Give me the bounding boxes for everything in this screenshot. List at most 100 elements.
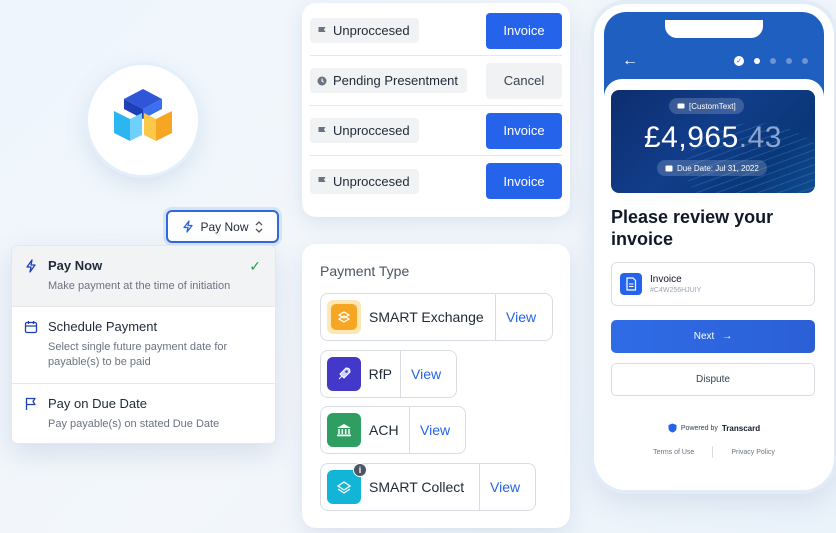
amount-card: [CustomText] £4,965.43 Due Date: Jul 31,…	[611, 90, 815, 193]
shield-icon	[668, 423, 677, 433]
status-label: Unproccesed	[333, 23, 410, 38]
arrow-right-icon: →	[722, 331, 733, 342]
check-icon: ✓	[249, 258, 261, 274]
card-icon	[677, 103, 685, 109]
invoice-button[interactable]: Invoice	[486, 12, 562, 49]
custom-text: [CustomText]	[689, 101, 736, 111]
status-badge: Unproccesed	[310, 18, 419, 43]
clock-icon	[317, 76, 327, 85]
payment-timing-dropdown: Pay Now Make payment at the time of init…	[11, 245, 276, 444]
option-description: Make payment at the time of initiation	[48, 280, 231, 292]
lightning-icon	[183, 220, 194, 233]
due-date: Due Date: Jul 31, 2022	[677, 163, 759, 173]
option-title: Pay on Due Date	[48, 396, 148, 411]
brand-name: Transcard	[721, 423, 761, 433]
cube-logo-icon	[114, 89, 172, 141]
bank-icon	[327, 413, 361, 447]
divider	[712, 446, 714, 458]
payment-option-smart-collect: i SMART Collect View	[320, 463, 536, 511]
terms-link[interactable]: Terms of Use	[653, 449, 694, 456]
payment-option-main[interactable]: ACH	[321, 407, 410, 453]
back-arrow-icon[interactable]: ←	[622, 52, 638, 70]
payment-option-ach: ACH View	[320, 406, 466, 454]
page-title: Please review your invoice	[611, 207, 774, 249]
phone-notch	[665, 20, 763, 38]
option-description: Pay payable(s) on stated Due Date	[48, 418, 220, 430]
lightning-icon	[26, 259, 36, 273]
smart-collect-icon: i	[327, 463, 367, 504]
dropdown-option-pay-now[interactable]: Pay Now Make payment at the time of init…	[12, 246, 275, 307]
calendar-icon	[24, 321, 38, 334]
amount-value: £4,965.43	[611, 121, 815, 155]
rocket-icon	[327, 357, 361, 391]
due-date-badge: Due Date: Jul 31, 2022	[657, 160, 767, 176]
status-label: Pending Presentment	[333, 73, 459, 88]
footer-links: Terms of Use Privacy Policy	[594, 446, 834, 458]
invoice-label: Invoice	[650, 274, 682, 285]
option-label: SMART Collect	[369, 479, 465, 495]
chevron-updown-icon	[255, 220, 263, 233]
payment-option-main[interactable]: SMART Exchange	[321, 294, 496, 340]
option-title: Schedule Payment	[48, 319, 158, 334]
option-label: RfP	[368, 366, 392, 382]
flag-icon	[318, 177, 326, 186]
flag-icon	[318, 126, 326, 136]
payment-option-main[interactable]: i SMART Collect	[321, 463, 480, 510]
next-label: Next	[693, 331, 715, 342]
option-label: SMART Exchange	[369, 309, 484, 325]
payment-option-smart-exchange: SMART Exchange View	[320, 293, 553, 341]
phone-mockup: ← ✓ [CustomText] £4,965.43 Due Date: Jul…	[594, 4, 834, 490]
invoice-status-list: Unproccesed Invoice Pending Presentment …	[302, 3, 570, 217]
status-badge: Unproccesed	[310, 168, 419, 194]
list-item: Unproccesed Invoice	[310, 6, 562, 56]
step-complete-icon: ✓	[734, 56, 744, 66]
document-icon	[620, 273, 642, 295]
invoice-id: #C4W256HJUIY	[650, 287, 702, 294]
status-badge: Pending Presentment	[310, 68, 468, 93]
status-label: Unproccesed	[333, 173, 410, 189]
powered-by-label: Powered by	[680, 424, 718, 432]
privacy-link[interactable]: Privacy Policy	[731, 449, 775, 456]
status-badge: Unproccesed	[310, 118, 419, 143]
flag-icon	[318, 26, 326, 36]
powered-by: Powered by Transcard	[594, 423, 834, 433]
amount-cents: .43	[738, 121, 782, 154]
app-logo	[88, 65, 198, 175]
smart-exchange-icon	[327, 300, 361, 334]
dropdown-option-schedule-payment[interactable]: Schedule Payment Select single future pa…	[12, 307, 275, 384]
option-description: Select single future payment date for pa…	[48, 341, 228, 368]
step-dot	[754, 58, 760, 64]
payment-timing-select[interactable]: Pay Now	[166, 210, 279, 243]
amount-main: £4,965	[644, 121, 739, 154]
step-indicator: ✓	[734, 56, 808, 66]
flag-icon	[25, 397, 36, 410]
payment-type-title: Payment Type	[320, 263, 410, 279]
step-dot	[802, 58, 808, 64]
invoice-button[interactable]: Invoice	[486, 112, 562, 149]
step-dot	[770, 58, 776, 64]
list-item: Unproccesed Invoice	[310, 156, 562, 206]
payment-option-main[interactable]: RfP	[321, 351, 401, 397]
payment-type-panel: Payment Type SMART Exchange View RfP Vie…	[302, 244, 570, 528]
next-button[interactable]: Next →	[611, 320, 815, 353]
step-dot	[786, 58, 792, 64]
select-label: Pay Now	[200, 219, 249, 234]
view-link[interactable]: View	[496, 309, 546, 325]
dispute-button[interactable]: Dispute	[611, 363, 815, 396]
view-link[interactable]: View	[401, 366, 451, 382]
info-icon[interactable]: i	[353, 463, 367, 477]
invoice-button[interactable]: Invoice	[486, 163, 562, 199]
payment-option-rfp: RfP View	[320, 350, 457, 398]
invoice-item[interactable]: Invoice #C4W256HJUIY	[611, 262, 815, 306]
option-title: Pay Now	[48, 258, 103, 273]
list-item: Pending Presentment Cancel	[310, 56, 562, 106]
status-label: Unproccesed	[333, 123, 410, 138]
cancel-button[interactable]: Cancel	[486, 62, 562, 99]
dropdown-option-pay-on-due-date[interactable]: Pay on Due Date Pay payable(s) on stated…	[12, 384, 275, 443]
option-label: ACH	[369, 422, 399, 438]
calendar-icon	[665, 165, 673, 172]
custom-text-badge: [CustomText]	[669, 98, 744, 114]
list-item: Unproccesed Invoice	[310, 106, 562, 156]
view-link[interactable]: View	[480, 479, 530, 495]
view-link[interactable]: View	[410, 422, 460, 438]
